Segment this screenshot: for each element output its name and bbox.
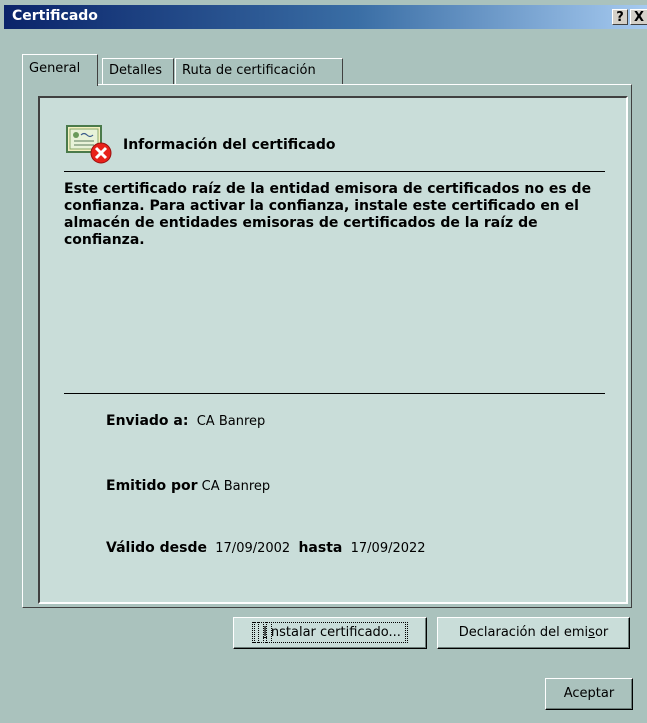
window-title: Certificado (12, 8, 98, 24)
certificate-info-box (38, 96, 628, 604)
issued-by-label: Emitido por (106, 478, 198, 494)
install-certificate-label: Instalar certificado... (252, 622, 408, 643)
title-bar[interactable]: Certificado ? X (4, 5, 647, 29)
tab-certification-path[interactable]: Ruta de certificación (175, 58, 343, 84)
install-certificate-button[interactable]: Instalar certificado... (233, 617, 427, 649)
valid-from-label: Válido desde (106, 540, 207, 556)
divider-bottom (64, 393, 605, 394)
certificate-dialog: Certificado ? X General Detalles Ruta de… (0, 0, 647, 723)
issued-by-row: Emitido por CA Banrep (106, 478, 270, 494)
accept-button[interactable]: Aceptar (545, 678, 633, 710)
tab-general[interactable]: General (22, 54, 98, 86)
issuer-statement-button[interactable]: Declaración del emisor (437, 617, 630, 649)
issued-to-label: Enviado a: (106, 413, 189, 429)
issued-to-value: CA Banrep (196, 414, 266, 429)
issued-by-value: CA Banrep (201, 479, 271, 494)
trust-warning-text: Este certificado raíz de la entidad emis… (64, 181, 592, 248)
help-button[interactable]: ? (612, 9, 628, 25)
divider-top (64, 171, 605, 172)
certificate-error-icon (66, 125, 112, 164)
valid-to-label: hasta (298, 540, 343, 556)
validity-row: Válido desde 17/09/2002 hasta 17/09/2022 (106, 540, 426, 556)
valid-from-value: 17/09/2002 (215, 541, 291, 556)
valid-to-value: 17/09/2022 (350, 541, 426, 556)
issued-to-row: Enviado a: CA Banrep (106, 413, 265, 429)
close-button[interactable]: X (630, 9, 647, 25)
issuer-statement-label: Declaración del emisor (458, 625, 609, 640)
tab-details[interactable]: Detalles (102, 58, 174, 84)
section-heading: Información del certificado (123, 137, 336, 153)
